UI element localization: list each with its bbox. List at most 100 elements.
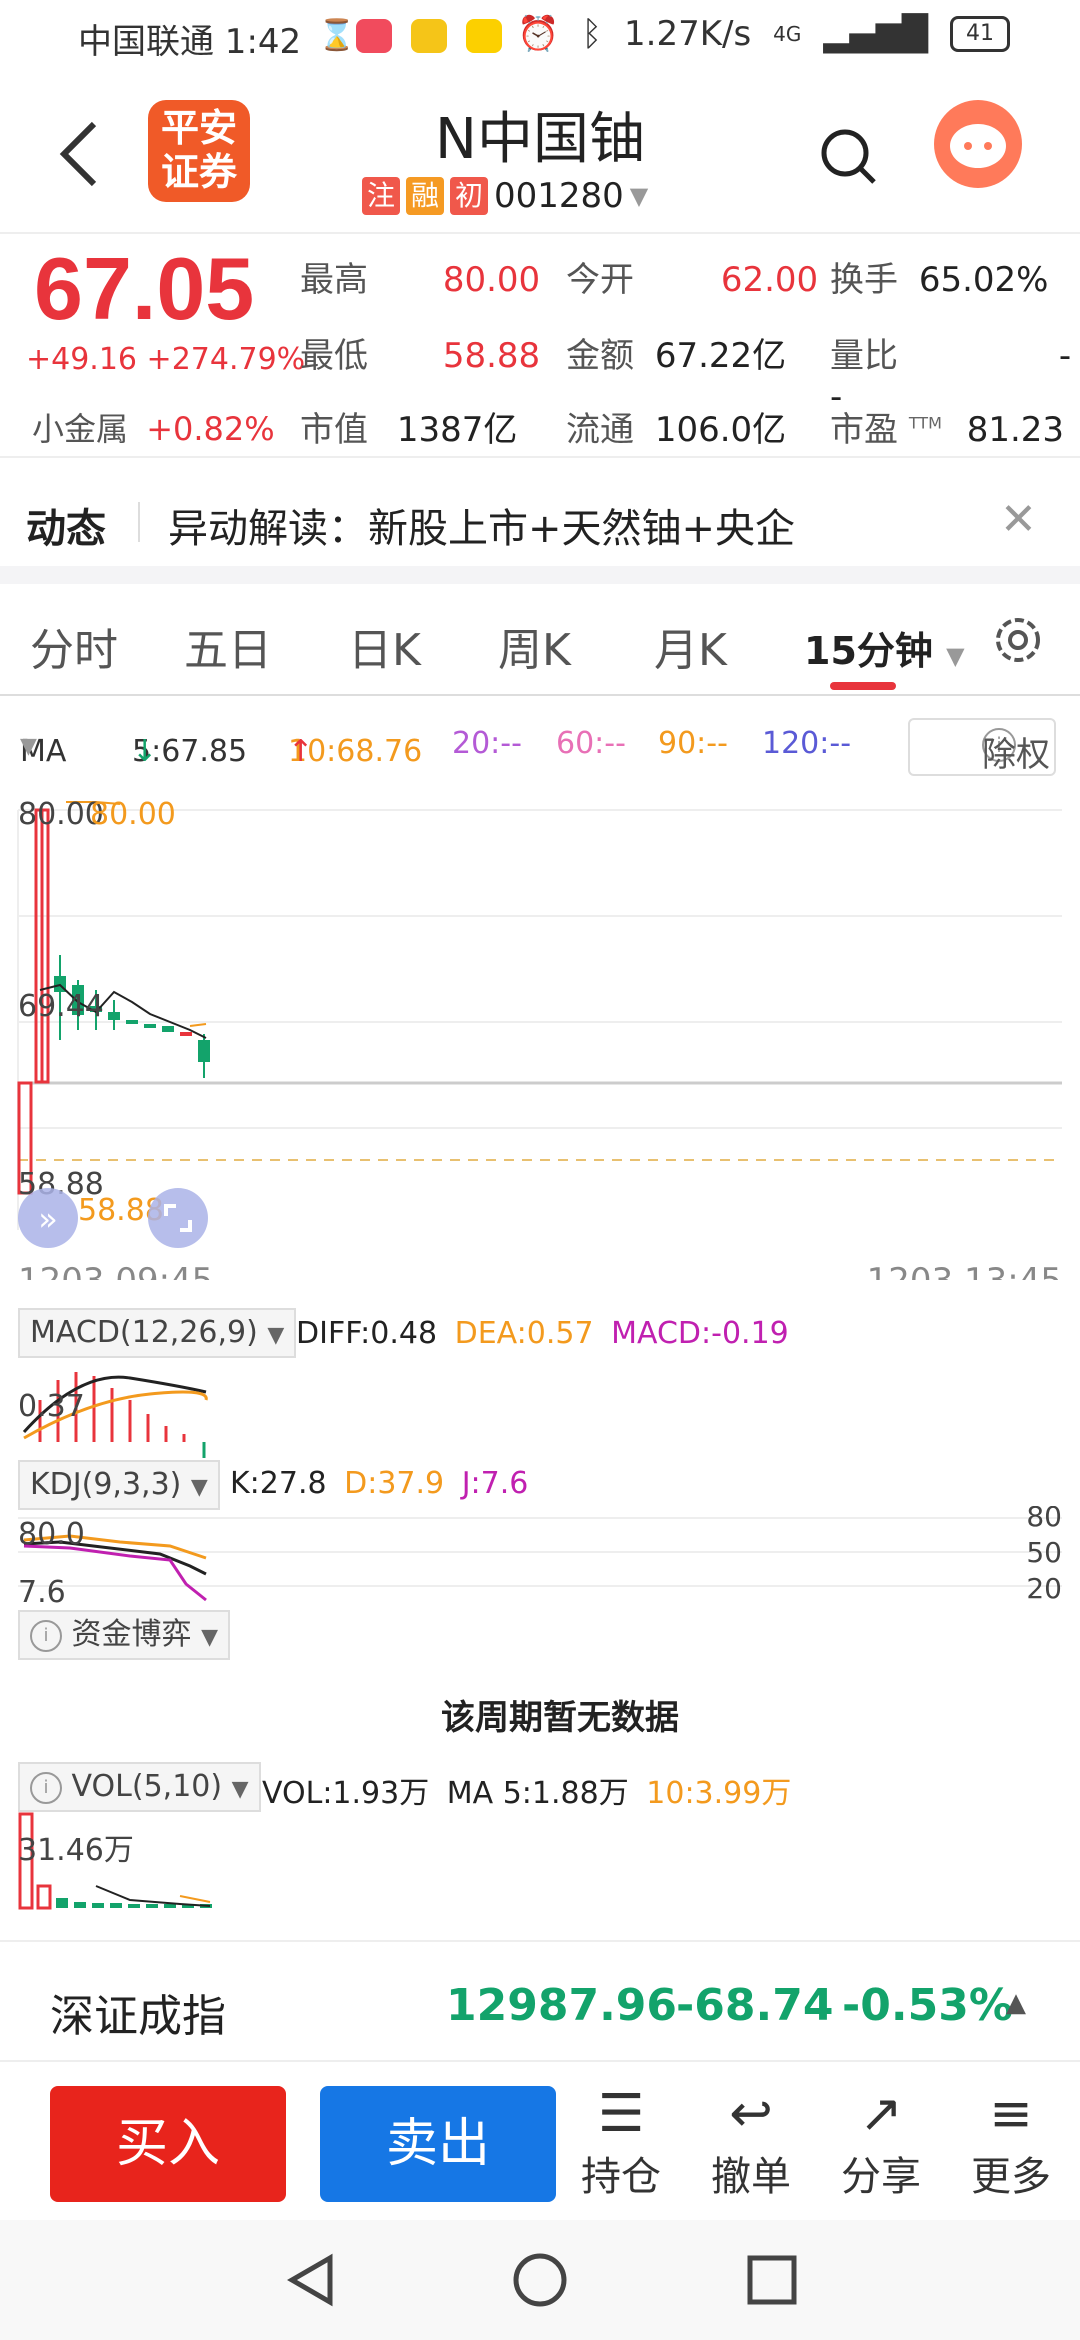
bluetooth-icon: ᛒ: [581, 14, 602, 54]
info-icon: i: [30, 1771, 62, 1804]
index-change: -68.74: [676, 1980, 834, 2031]
cancel-order-button[interactable]: ↩ 撤单: [696, 2084, 806, 2202]
positions-label: 持仓: [581, 2154, 661, 2200]
macd-selector[interactable]: MACD(12,26,9) ▼: [18, 1308, 297, 1358]
chat-bot-icon: [950, 124, 1006, 168]
kdj-level-50: 50: [1026, 1536, 1062, 1569]
stat-open: 今开 62.00: [566, 252, 818, 301]
tag-registered: 注: [362, 177, 400, 215]
last-price: 67.05: [34, 239, 255, 338]
stat-high: 最高 80.00: [300, 252, 540, 301]
more-button[interactable]: ≡ 更多: [956, 2084, 1066, 2202]
signal-icon: ▂▄▆█: [823, 14, 928, 54]
volume-chart: 31.46万: [18, 1812, 212, 1910]
index-ticker[interactable]: 深证成指 12987.96 -68.74 -0.53% ▲: [0, 1940, 1080, 2062]
meituan-icon: [410, 18, 447, 53]
ex-rights-button[interactable]: i 除权: [908, 718, 1056, 776]
sector-link[interactable]: 小金属 +0.82%: [32, 404, 275, 450]
kdj-top-label: 80.0: [18, 1517, 85, 1552]
stat-amount: 金额 67.22亿: [566, 328, 786, 377]
vol-legend: VOL:1.93万 MA 5:1.88万 10:3.99万: [262, 1768, 791, 1812]
carrier-time: 中国联通 1:42: [78, 22, 302, 62]
search-button[interactable]: [818, 126, 878, 186]
share-button[interactable]: ↗ 分享: [826, 2084, 936, 2202]
tab-15min[interactable]: 15分钟 ▼: [804, 620, 965, 675]
positions-button[interactable]: ☰ 持仓: [566, 2084, 676, 2202]
assistant-avatar[interactable]: [934, 100, 1022, 188]
triangle-back-icon: [287, 2253, 333, 2307]
cancel-order-label: 撤单: [711, 2154, 791, 2200]
fullscreen-button[interactable]: [148, 1188, 208, 1248]
stock-name: N中国铀: [435, 107, 645, 172]
stat-float: 流通 106.0亿: [566, 402, 786, 451]
active-tab-indicator: [830, 682, 896, 690]
stat-label: 今开: [566, 260, 634, 300]
arrow-down-icon: ↓: [132, 734, 158, 769]
square-recents-icon: [747, 2255, 797, 2305]
buy-button[interactable]: 买入: [50, 2086, 286, 2202]
undo-icon: ↩: [729, 2084, 773, 2144]
double-chevron-icon: »: [38, 1200, 58, 1238]
close-icon[interactable]: ✕: [1000, 494, 1037, 545]
tab-five-day[interactable]: 五日: [184, 614, 272, 678]
status-right: ⏰ ᛒ 1.27K/s 4G ▂▄▆█ 41: [517, 14, 1010, 54]
capital-selector[interactable]: i 资金博弈 ▼: [18, 1610, 231, 1660]
list-doc-icon: ☰: [597, 2084, 645, 2144]
caret-up-icon[interactable]: ▲: [1006, 1988, 1026, 2018]
caret-down-icon: ▼: [190, 1475, 208, 1500]
gear-icon: [996, 618, 1040, 662]
more-label: 更多: [971, 2154, 1051, 2200]
nav-recents-button[interactable]: [742, 2250, 802, 2310]
period-tabs: 分时 五日 日K 周K 月K 15分钟 ▼: [0, 584, 1080, 696]
share-label: 分享: [841, 2154, 921, 2200]
vol-selector[interactable]: i VOL(5,10) ▼: [18, 1762, 261, 1812]
chart-settings-button[interactable]: [990, 612, 1046, 672]
news-banner[interactable]: 动态 异动解读：新股上市+天然铀+央企 ✕: [0, 456, 1080, 568]
capital-empty-message: 该周期暂无数据: [441, 1698, 679, 1738]
ma-legend: MA ▼ 5:67.85 ↓ 10:68.76 ↑ 20:-- 60:-- 90:-…: [0, 718, 1080, 778]
stat-market-cap: 市值 1387亿: [300, 402, 517, 451]
kdj-bottom-label: 7.6: [18, 1575, 66, 1606]
kline-chart[interactable]: 80.00 80.00 69.44 58.88 58.88 1203 09:45…: [0, 780, 1080, 1280]
nav-home-button[interactable]: [510, 2250, 570, 2310]
stock-tags[interactable]: 注 融 初 001280 ▼: [362, 176, 648, 216]
caret-down-icon: ▼: [629, 182, 649, 210]
expand-left-button[interactable]: »: [18, 1188, 78, 1248]
news-text: 异动解读：新股上市+天然铀+央企: [168, 506, 796, 552]
shop-icon: [356, 18, 392, 53]
stat-label: 最低: [300, 336, 368, 376]
ma90-value: 90:--: [658, 726, 728, 761]
tab-intraday[interactable]: 分时: [30, 614, 118, 678]
macd-dea: DEA:0.57: [454, 1316, 594, 1351]
stat-value: 67.22亿: [654, 336, 787, 376]
macd-legend: DIFF:0.48 DEA:0.57 MACD:-0.19: [296, 1316, 789, 1351]
kdj-selector[interactable]: KDJ(9,3,3) ▼: [18, 1460, 220, 1510]
ma60-value: 60:--: [556, 726, 626, 761]
stat-label: 金额: [566, 336, 634, 376]
vol-button-label: VOL(5,10): [71, 1769, 223, 1804]
kdj-k: K:27.8: [230, 1466, 327, 1501]
share-icon: ↗: [859, 2084, 903, 2144]
capital-button-label: 资金博弈: [71, 1617, 192, 1652]
caret-down-icon: ▼: [267, 1323, 285, 1348]
kline-mid-label: 69.44: [18, 989, 104, 1024]
stat-value: 106.0亿: [654, 410, 787, 450]
tab-weekly-k[interactable]: 周K: [498, 614, 571, 678]
stat-value: 65.02%: [918, 260, 1049, 300]
section-divider: [0, 566, 1080, 584]
stat-value: 81.23: [966, 410, 1065, 450]
tab-daily-k[interactable]: 日K: [348, 614, 421, 678]
tab-monthly-k[interactable]: 月K: [654, 614, 727, 678]
sell-button[interactable]: 卖出: [320, 2086, 556, 2202]
candle: [198, 1040, 210, 1062]
candle: [144, 1024, 156, 1028]
ma20-value: 20:--: [452, 726, 522, 761]
news-head: 动态: [26, 506, 106, 552]
vol-value: VOL:1.93万: [262, 1776, 430, 1811]
macd-value: MACD:-0.19: [611, 1316, 789, 1351]
ma10-line-tail: [189, 1023, 207, 1027]
macd-button-label: MACD(12,26,9): [30, 1315, 258, 1350]
kline-end-time: 1203 13:45: [867, 1261, 1062, 1280]
index-value: 12987.96: [446, 1980, 678, 2031]
nav-back-button[interactable]: [282, 2250, 342, 2310]
